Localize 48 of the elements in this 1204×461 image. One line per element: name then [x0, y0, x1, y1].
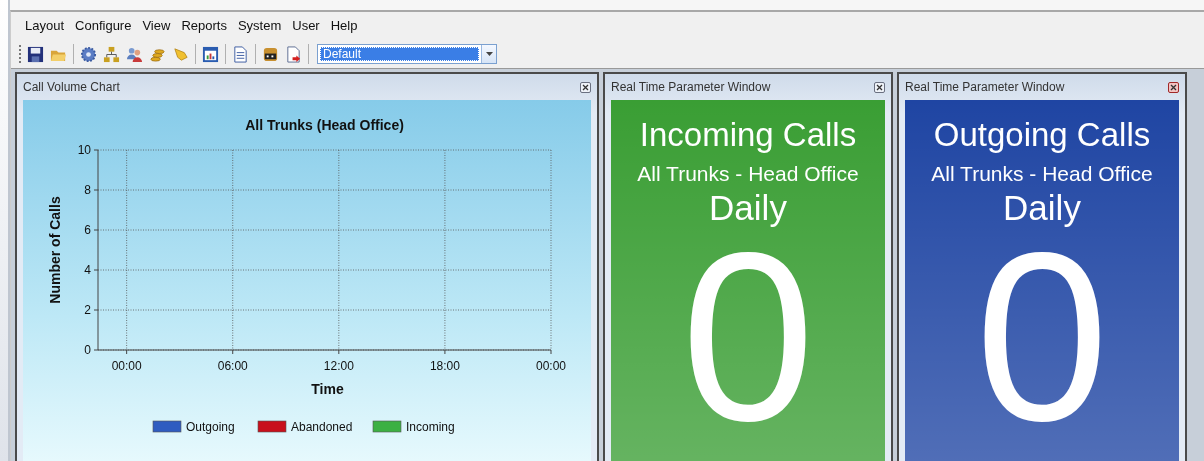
y-tick-label: 10 — [77, 143, 91, 157]
legend-label: Incoming — [406, 420, 455, 434]
parameter-period: Daily — [1003, 188, 1081, 228]
x-tick-label: 18:00 — [429, 359, 460, 373]
close-icon[interactable] — [580, 81, 591, 93]
menu-item[interactable]: Help — [330, 18, 358, 40]
document-icon[interactable] — [232, 45, 249, 63]
panel-title: Call Volume Chart — [23, 80, 120, 94]
legend-label: Abandoned — [291, 420, 353, 434]
parameter-value: 0 — [681, 232, 815, 442]
close-icon[interactable] — [874, 81, 885, 93]
x-axis-title: Time — [311, 381, 344, 397]
menu-item[interactable]: Layout — [25, 18, 65, 40]
export-document-icon[interactable] — [285, 45, 302, 63]
parameter-heading: Incoming Calls — [639, 116, 857, 154]
parameter-heading: Outgoing Calls — [933, 116, 1151, 154]
database-icon[interactable] — [262, 45, 279, 63]
menu-item[interactable]: System — [237, 18, 282, 40]
save-icon[interactable] — [27, 45, 44, 63]
parameter-subheading: All Trunks - Head Office — [637, 162, 859, 186]
parameter-value: 0 — [975, 232, 1109, 442]
y-tick-label: 4 — [84, 263, 91, 277]
settings-icon[interactable] — [80, 45, 97, 63]
y-tick-label: 8 — [84, 183, 91, 197]
caret-icon — [485, 52, 493, 56]
y-axis-title: Number of Calls — [47, 196, 63, 304]
close-icon[interactable] — [1168, 81, 1179, 93]
x-tick-label: 00:00 — [536, 359, 566, 373]
menu-item[interactable]: User — [292, 18, 320, 40]
x-tick-label: 00:00 — [111, 359, 142, 373]
panel-title: Real Time Parameter Window — [611, 80, 771, 94]
parameter-period: Daily — [709, 188, 787, 228]
menu-item[interactable]: View — [142, 18, 171, 40]
y-tick-label: 6 — [84, 223, 91, 237]
users-icon[interactable] — [126, 45, 143, 63]
y-tick-label: 2 — [84, 303, 91, 317]
layout-select[interactable]: Default — [317, 44, 497, 64]
chart-window-icon[interactable] — [202, 45, 219, 63]
x-tick-label: 12:00 — [323, 359, 354, 373]
legend-label: Outgoing — [186, 420, 235, 434]
x-tick-label: 06:00 — [217, 359, 248, 373]
menu-item[interactable]: Reports — [181, 18, 227, 40]
parameter-subheading: All Trunks - Head Office — [931, 162, 1153, 186]
hierarchy-icon[interactable] — [103, 45, 120, 63]
y-tick-label: 0 — [84, 343, 91, 357]
panel-title: Real Time Parameter Window — [905, 80, 1065, 94]
menu-item[interactable]: Configure — [75, 18, 132, 40]
chart-title: All Trunks (Head Office) — [245, 117, 404, 133]
